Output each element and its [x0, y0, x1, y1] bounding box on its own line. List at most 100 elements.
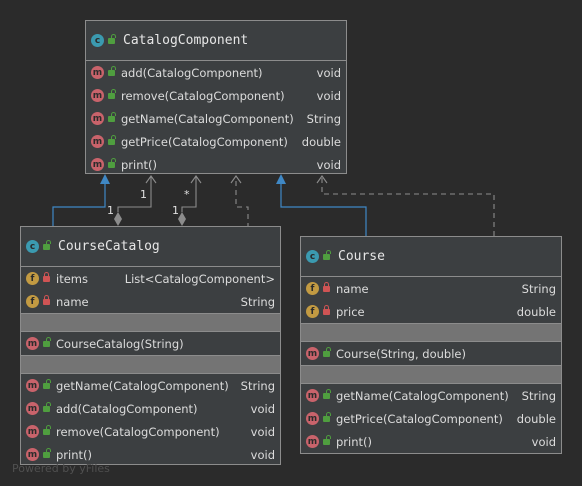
public-lock-icon: [43, 401, 51, 412]
method-icon: m: [306, 435, 319, 448]
method-type: String: [521, 388, 556, 403]
aggregation-diamond-items: [178, 212, 186, 226]
method-icon: m: [91, 89, 104, 102]
method-name: add(CatalogComponent): [56, 401, 198, 416]
aggregation-diamond-parent: [114, 212, 122, 226]
field-icon: f: [306, 282, 319, 295]
class-box-coursecatalog[interactable]: c CourseCatalog f items List<CatalogCompon…: [20, 226, 281, 465]
method-icon: m: [91, 158, 104, 171]
empty-section: [301, 324, 561, 342]
inheritance-edge-coursecatalog: [52, 184, 106, 228]
class-name: Course: [338, 249, 385, 264]
field-row[interactable]: f name String: [301, 277, 561, 300]
class-box-catalogcomponent[interactable]: c CatalogComponent m add(CatalogComponent…: [85, 20, 347, 174]
field-type: String: [240, 294, 275, 309]
field-row[interactable]: f items List<CatalogComponent>: [21, 267, 280, 290]
inheritance-edge-course: [280, 184, 367, 236]
method-name: print(): [56, 447, 92, 462]
method-row[interactable]: m remove(CatalogComponent) void: [86, 84, 346, 107]
method-type: void: [316, 157, 341, 172]
method-name: getName(CatalogComponent): [336, 388, 509, 403]
class-icon: c: [306, 250, 319, 263]
empty-section: [301, 366, 561, 384]
public-lock-icon: [108, 33, 116, 44]
method-icon: m: [91, 135, 104, 148]
public-lock-icon: [323, 388, 331, 399]
method-icon: m: [91, 112, 104, 125]
method-row[interactable]: m getName(CatalogComponent) String: [21, 374, 280, 397]
method-name: remove(CatalogComponent): [121, 88, 285, 103]
method-row[interactable]: m getPrice(CatalogComponent) double: [86, 130, 346, 153]
method-icon: m: [26, 448, 39, 461]
method-type: String: [240, 378, 275, 393]
method-row[interactable]: m add(CatalogComponent) void: [21, 397, 280, 420]
field-icon: f: [26, 272, 39, 285]
method-type: void: [250, 401, 275, 416]
public-lock-icon: [323, 434, 331, 445]
field-icon: f: [26, 295, 39, 308]
field-type: String: [521, 281, 556, 296]
method-row[interactable]: m remove(CatalogComponent) void: [21, 420, 280, 443]
method-icon: m: [26, 337, 39, 350]
method-icon: m: [306, 347, 319, 360]
class-icon: c: [26, 240, 39, 253]
method-row[interactable]: m print() void: [301, 430, 561, 453]
public-lock-icon: [108, 65, 116, 76]
method-name: print(): [121, 157, 157, 172]
method-name: getPrice(CatalogComponent): [121, 134, 288, 149]
methods-section: m getName(CatalogComponent) String m getPri…: [301, 384, 561, 453]
class-box-course[interactable]: c Course f name String f price double m Cours…: [300, 236, 562, 454]
empty-section: [21, 356, 280, 374]
public-lock-icon: [43, 239, 51, 250]
public-lock-icon: [108, 157, 116, 168]
public-lock-icon: [323, 346, 331, 357]
public-lock-icon: [43, 424, 51, 435]
field-row[interactable]: f price double: [301, 300, 561, 323]
method-icon: m: [306, 412, 319, 425]
method-row[interactable]: m print() void: [86, 153, 346, 176]
method-name: add(CatalogComponent): [121, 65, 263, 80]
public-lock-icon: [108, 111, 116, 122]
public-lock-icon: [323, 249, 331, 260]
fields-section: f items List<CatalogComponent> f name String: [21, 267, 280, 314]
public-lock-icon: [43, 336, 51, 347]
public-lock-icon: [108, 134, 116, 145]
method-type: void: [250, 447, 275, 462]
method-row[interactable]: m getPrice(CatalogComponent) double: [301, 407, 561, 430]
method-row[interactable]: m getName(CatalogComponent) String: [301, 384, 561, 407]
constructor-name: Course(String, double): [336, 346, 466, 361]
method-icon: m: [26, 425, 39, 438]
private-lock-icon: [43, 271, 50, 282]
method-name: getName(CatalogComponent): [121, 111, 294, 126]
empty-section: [21, 314, 280, 332]
public-lock-icon: [43, 447, 51, 458]
method-type: void: [531, 434, 556, 449]
field-type: List<CatalogComponent>: [124, 271, 275, 286]
multiplicity-parent-target: 1: [140, 188, 147, 201]
method-type: String: [306, 111, 341, 126]
constructor-row[interactable]: m CourseCatalog(String): [21, 332, 280, 355]
constructor-row[interactable]: m Course(String, double): [301, 342, 561, 365]
field-name: price: [336, 304, 365, 319]
method-name: getName(CatalogComponent): [56, 378, 229, 393]
class-name: CourseCatalog: [58, 239, 160, 254]
method-icon: m: [91, 66, 104, 79]
method-icon: m: [306, 389, 319, 402]
multiplicity-parent-source: 1: [107, 204, 114, 217]
method-name: print(): [336, 434, 372, 449]
constructor-name: CourseCatalog(String): [56, 336, 184, 351]
class-icon: c: [91, 34, 104, 47]
method-type: void: [250, 424, 275, 439]
method-icon: m: [26, 402, 39, 415]
field-name: name: [336, 281, 369, 296]
public-lock-icon: [323, 411, 331, 422]
field-row[interactable]: f name String: [21, 290, 280, 313]
fields-section: f name String f price double: [301, 277, 561, 324]
private-lock-icon: [43, 294, 50, 305]
method-row[interactable]: m getName(CatalogComponent) String: [86, 107, 346, 130]
method-icon: m: [26, 379, 39, 392]
methods-section: m add(CatalogComponent) void m remove(Catal…: [86, 61, 346, 176]
private-lock-icon: [323, 281, 330, 292]
field-name: items: [56, 271, 88, 286]
method-row[interactable]: m add(CatalogComponent) void: [86, 61, 346, 84]
